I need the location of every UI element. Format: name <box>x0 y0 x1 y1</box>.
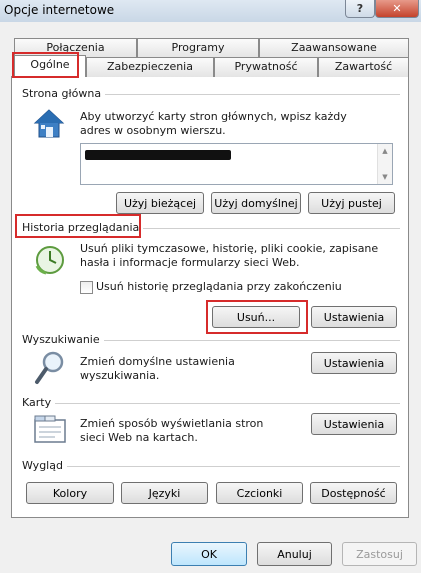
languages-button[interactable]: Języki <box>121 482 208 504</box>
fonts-button[interactable]: Czcionki <box>216 482 303 504</box>
tab-ogolne[interactable]: Ogólne <box>14 55 86 77</box>
home-description: Aby utworzyć karty stron głównych, wpisz… <box>80 110 347 137</box>
history-settings-button[interactable]: Ustawienia <box>311 306 397 328</box>
window-title: Opcje internetowe <box>4 3 115 17</box>
ok-button[interactable]: OK <box>171 542 247 566</box>
tabs-icon <box>33 414 67 444</box>
search-settings-button[interactable]: Ustawienia <box>311 352 397 374</box>
redacted-address <box>85 150 231 160</box>
tabs-group-label: Karty <box>22 396 56 409</box>
accessibility-button[interactable]: Dostępność <box>310 482 397 504</box>
search-description: Zmień domyślne ustawienia wyszukiwania. <box>80 355 235 382</box>
help-button[interactable]: ? <box>345 0 375 18</box>
group-divider <box>22 403 400 404</box>
textarea-scrollbar[interactable]: ▲ ▼ <box>377 144 392 184</box>
home-icon <box>32 107 66 141</box>
tab-programy[interactable]: Programy <box>137 38 259 58</box>
scroll-up-icon[interactable]: ▲ <box>378 144 392 158</box>
home-pages-textarea[interactable]: ▲ ▼ <box>80 143 393 185</box>
history-description: Usuń pliki tymczasowe, historię, pliki c… <box>80 242 379 269</box>
group-divider <box>22 466 400 467</box>
use-current-button[interactable]: Użyj bieżącej <box>116 192 204 214</box>
apply-button[interactable]: Zastosuj <box>342 542 417 566</box>
tab-zaawansowane[interactable]: Zaawansowane <box>259 38 409 58</box>
delete-history-button[interactable]: Usuń... <box>212 306 300 328</box>
tabs-settings-button[interactable]: Ustawienia <box>311 413 397 435</box>
home-group-label: Strona główna <box>22 87 106 100</box>
search-group-label: Wyszukiwanie <box>22 333 104 346</box>
appearance-group-label: Wygląd <box>22 459 67 472</box>
title-bar: Opcje internetowe ? ✕ <box>0 0 421 22</box>
scroll-down-icon[interactable]: ▼ <box>378 170 392 184</box>
close-button[interactable]: ✕ <box>375 0 419 18</box>
delete-on-exit-label: Usuń historię przeglądania przy zakończe… <box>96 280 342 293</box>
magnifier-icon <box>34 350 66 386</box>
history-group-label: Historia przeglądania <box>22 221 144 234</box>
tab-zawartosc[interactable]: Zawartość <box>318 57 409 77</box>
tab-zabezpieczenia[interactable]: Zabezpieczenia <box>86 57 214 77</box>
use-blank-button[interactable]: Użyj pustej <box>308 192 395 214</box>
internet-options-dialog: Opcje internetowe ? ✕ Połączenia Program… <box>0 0 421 573</box>
history-clock-icon <box>34 244 66 276</box>
general-tab-panel: Strona główna Aby utworzyć karty stron g… <box>11 76 409 518</box>
use-default-button[interactable]: Użyj domyślnej <box>211 192 301 214</box>
colors-button[interactable]: Kolory <box>26 482 114 504</box>
tab-prywatnosc[interactable]: Prywatność <box>214 57 318 77</box>
delete-on-exit-checkbox[interactable] <box>80 281 93 294</box>
tabs-description: Zmień sposób wyświetlania stron sieci We… <box>80 417 264 444</box>
cancel-button[interactable]: Anuluj <box>257 542 332 566</box>
